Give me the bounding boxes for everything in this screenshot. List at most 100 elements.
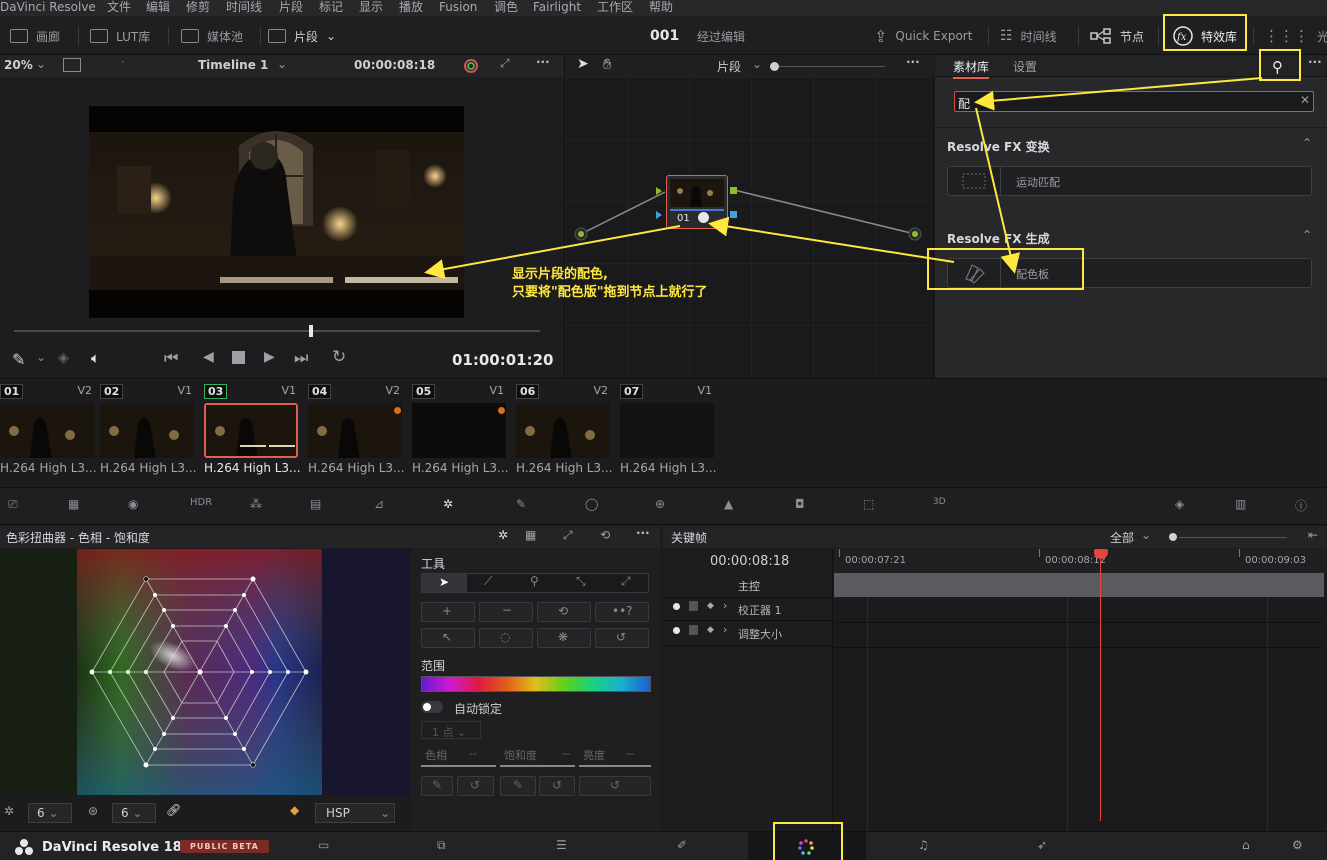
scrubber-bar[interactable] bbox=[14, 330, 540, 332]
hue-reset-button[interactable]: ↺ bbox=[457, 776, 494, 796]
menu-trim[interactable]: 修剪 bbox=[186, 0, 210, 14]
timeline-button[interactable]: ☷ 时间线 bbox=[1000, 25, 1057, 47]
nodes-button[interactable]: 节点 bbox=[1090, 25, 1144, 47]
kf-zoom-slider[interactable] bbox=[1179, 537, 1287, 538]
settings-gear-icon[interactable]: ⚙ bbox=[1292, 838, 1312, 856]
kf-playhead[interactable] bbox=[1100, 555, 1101, 821]
kf-panel-toggle-icon[interactable]: ⇤ bbox=[1308, 528, 1318, 542]
reset-icon[interactable]: ⟲ bbox=[600, 528, 610, 542]
menu-clip[interactable]: 片段 bbox=[279, 0, 303, 14]
zoom-slider-knob[interactable] bbox=[770, 62, 779, 71]
remove-point-button[interactable]: − bbox=[479, 602, 533, 622]
rgb-mixer-icon[interactable]: ⁂ bbox=[250, 497, 270, 517]
menu-workspace[interactable]: 工作区 bbox=[597, 0, 633, 14]
media-page-icon[interactable]: ▭ bbox=[318, 838, 338, 856]
eyedropper-chevron-icon[interactable]: ⌄ bbox=[36, 350, 46, 364]
menu-view[interactable]: 显示 bbox=[359, 0, 383, 14]
expand-row-icon[interactable]: › bbox=[723, 599, 727, 612]
scrubber-playhead[interactable] bbox=[309, 325, 313, 337]
fx-section-generate[interactable]: Resolve FX 生成 bbox=[947, 230, 1050, 247]
menu-mark[interactable]: 标记 bbox=[319, 0, 343, 14]
fx-section-transform[interactable]: Resolve FX 变换 bbox=[947, 138, 1050, 155]
keyframe-diamond-icon[interactable]: ◆ bbox=[707, 601, 714, 611]
warper-canvas[interactable] bbox=[0, 549, 410, 795]
timeline-chevron-icon[interactable]: ⌄ bbox=[277, 57, 287, 71]
add-point-button[interactable]: + bbox=[421, 602, 475, 622]
window-icon[interactable]: ◯ bbox=[585, 497, 605, 517]
lut-button[interactable]: LUT库 bbox=[90, 25, 150, 47]
node-more-icon[interactable]: ··· bbox=[906, 55, 920, 69]
collapse-icon[interactable]: ⌃ bbox=[1302, 136, 1312, 150]
primaries-icon[interactable]: ◉ bbox=[128, 497, 148, 517]
color-node[interactable]: 01 bbox=[666, 175, 728, 229]
node-mode-select[interactable]: 片段 bbox=[717, 58, 741, 75]
key-icon[interactable]: ⬚ bbox=[863, 497, 883, 517]
auto-lock-toggle[interactable] bbox=[421, 701, 443, 713]
color-cube-icon[interactable]: ◆ bbox=[290, 803, 299, 817]
menu-edit[interactable]: 编辑 bbox=[146, 0, 170, 14]
pin-tool[interactable]: ⟋ bbox=[467, 573, 513, 593]
blur-icon[interactable]: ◘ bbox=[795, 497, 815, 517]
qualifier-icon[interactable]: ✎ bbox=[516, 497, 536, 517]
kf-zoom-knob[interactable] bbox=[1169, 533, 1177, 541]
node-output-rgb[interactable] bbox=[730, 187, 737, 194]
zoom-select[interactable]: 20% bbox=[4, 58, 33, 72]
fx-more-icon[interactable]: ··· bbox=[1308, 55, 1322, 69]
menu-help[interactable]: 帮助 bbox=[649, 0, 673, 14]
stop-icon[interactable] bbox=[232, 351, 245, 364]
reset-point-button[interactable]: ⟲ bbox=[537, 602, 591, 622]
menu-playback[interactable]: 播放 bbox=[399, 0, 423, 14]
link-icon[interactable]: 🔗︎ bbox=[166, 803, 181, 817]
scopes-icon[interactable]: ▥ bbox=[1235, 497, 1255, 517]
fx-item-motion-match[interactable]: 运动匹配 bbox=[947, 166, 1312, 196]
kf-master-track[interactable] bbox=[834, 573, 1324, 597]
menu-timeline[interactable]: 时间线 bbox=[226, 0, 262, 14]
tracker-icon[interactable]: ⊕ bbox=[655, 497, 675, 517]
pointer-icon[interactable]: ➤ bbox=[577, 56, 589, 72]
viewer-more-icon[interactable]: ··· bbox=[536, 55, 550, 69]
select-tool[interactable]: ➤ bbox=[421, 573, 467, 593]
lightbox-button[interactable]: ⋮⋮⋮ 光箱 bbox=[1264, 25, 1327, 47]
gallery-button[interactable]: 画廊 bbox=[10, 25, 60, 47]
undo-button[interactable]: ↺ bbox=[595, 628, 649, 648]
menu-app[interactable]: DaVinci Resolve bbox=[0, 0, 96, 14]
skip-end-icon[interactable]: ⏭︎ bbox=[294, 348, 308, 368]
loop-icon[interactable]: ↻ bbox=[332, 347, 346, 367]
expand-icon[interactable]: ⤢ bbox=[563, 528, 573, 543]
expand-row-icon[interactable]: › bbox=[723, 623, 727, 636]
timeline-name[interactable]: Timeline 1 bbox=[198, 58, 268, 72]
menu-color[interactable]: 调色 bbox=[494, 0, 518, 14]
color-wheel-icon[interactable] bbox=[462, 57, 480, 75]
curves-icon[interactable]: ⊿ bbox=[374, 497, 394, 517]
tab-library[interactable]: 素材库 bbox=[953, 58, 990, 79]
hand-icon[interactable]: ✋︎ bbox=[603, 55, 612, 73]
eyedropper-icon[interactable]: ✎ bbox=[12, 350, 25, 369]
edit-page-icon[interactable]: ☰ bbox=[556, 838, 576, 856]
color-match-icon[interactable]: ▦ bbox=[68, 497, 88, 517]
filter-chevron-icon[interactable]: ⌄ bbox=[1141, 528, 1151, 542]
keyframe-diamond-icon[interactable]: ◆ bbox=[707, 625, 714, 635]
hue-pick-button[interactable]: ✎ bbox=[421, 776, 453, 796]
sat-pick-button[interactable]: ✎ bbox=[500, 776, 536, 796]
clips-button[interactable]: 片段 ⌄ bbox=[268, 25, 336, 47]
motion-effects-icon[interactable]: ▤ bbox=[310, 497, 330, 517]
layers-icon[interactable]: ◈ bbox=[58, 350, 69, 366]
home-icon[interactable]: ⌂ bbox=[1242, 838, 1262, 856]
sat-reset-button[interactable]: ↺ bbox=[539, 776, 575, 796]
collapse-icon[interactable]: ⌃ bbox=[1302, 228, 1312, 242]
warper-more-icon[interactable]: ··· bbox=[636, 526, 650, 540]
menu-file[interactable]: 文件 bbox=[107, 0, 131, 14]
expand-tool[interactable]: ⤢ bbox=[605, 573, 649, 593]
info-icon[interactable]: ⓘ bbox=[1295, 497, 1315, 517]
viewer-mode-icon[interactable] bbox=[63, 58, 81, 72]
node-mode-chevron-icon[interactable]: ⌄ bbox=[752, 57, 762, 71]
volume-icon[interactable]: 🔈︎ bbox=[91, 349, 100, 367]
hue-resolution-select[interactable]: 6 ⌄ bbox=[28, 803, 72, 823]
select-all-button[interactable]: ↖ bbox=[421, 628, 475, 648]
fusion-page-icon[interactable]: ✐ bbox=[677, 838, 697, 856]
camera-raw-icon[interactable]: ⎚ bbox=[8, 497, 28, 517]
quick-export-button[interactable]: ⇪ Quick Export bbox=[874, 25, 972, 47]
tab-settings[interactable]: 设置 bbox=[1013, 58, 1037, 75]
chroma-luma-mode-icon[interactable]: ▦ bbox=[525, 528, 536, 542]
search-input[interactable]: 配 ✕ bbox=[954, 91, 1314, 112]
